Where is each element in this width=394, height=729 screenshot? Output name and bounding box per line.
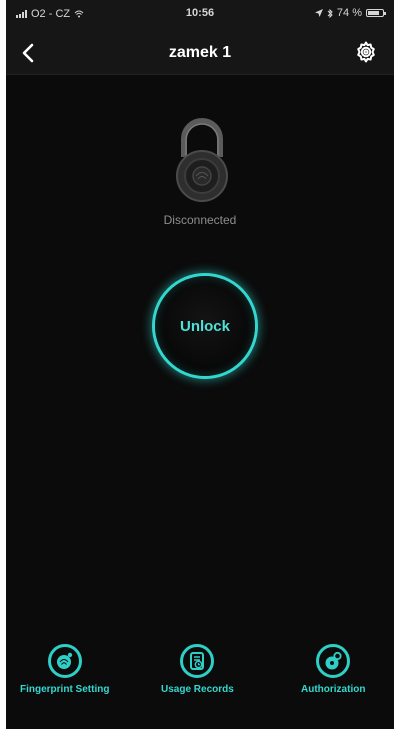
status-bar: O2 - CZ 10:56 74 % [6,0,394,26]
battery-percent: 74 % [336,7,362,19]
usage-records-button[interactable]: Usage Records [161,644,234,695]
bottom-spacer [6,707,394,729]
fingerprint-setting-button[interactable]: Fingerprint Setting [20,644,109,695]
header-bar: O2 - CZ 10:56 74 % zamek 1 [6,0,394,75]
authorization-icon [316,644,351,678]
bottom-actions: Fingerprint Setting Usage Records Author… [6,644,394,704]
location-icon [314,9,323,17]
connection-status: Disconnected [163,213,237,227]
fingerprint-setting-label: Fingerprint Setting [20,684,110,695]
gear-icon [357,41,375,63]
battery-icon [366,9,386,17]
app-screen: O2 - CZ 10:56 74 % zamek 1 Disconnected … [6,0,394,729]
unlock-label: Unlock [179,317,230,335]
settings-button[interactable] [354,40,378,64]
authorization-label: Authorization [301,684,366,695]
page-title: zamek 1 [168,44,232,61]
fingerprint-icon [47,644,82,678]
usage-records-icon [180,644,215,678]
authorization-button[interactable]: Authorization [301,644,365,695]
usage-records-label: Usage Records [161,684,234,695]
status-right: 74 % [314,7,386,19]
bluetooth-icon [327,8,333,18]
unlock-button[interactable]: Unlock [155,276,255,376]
padlock-icon [170,113,234,205]
